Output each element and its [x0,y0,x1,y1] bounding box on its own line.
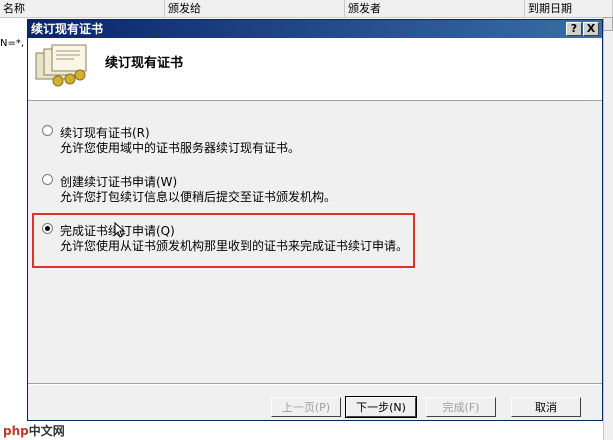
help-button[interactable]: ? [566,22,582,36]
back-button[interactable]: 上一页(P) [271,397,341,417]
close-button[interactable]: X [583,22,599,36]
certificate-icon [35,44,87,87]
highlight-box [32,213,415,268]
dialog-titlebar[interactable]: 续订现有证书 ? X [28,20,602,38]
column-header-name[interactable]: 名称 [0,0,165,17]
cancel-button[interactable]: 取消 [511,397,581,417]
dialog-header: 续订现有证书 [28,38,602,101]
finish-button[interactable]: 完成(F) [426,397,496,417]
watermark: php中文网 [3,422,65,439]
list-row-fragment: N=*, [0,38,25,49]
button-separator [28,383,602,385]
watermark-text: 中文网 [28,424,65,438]
scroll-up-button[interactable] [603,17,613,31]
renew-certificate-dialog: 续订现有证书 ? X 续订现有证书 续订现有证书(R) 允许您使用域中的证书服务… [27,19,603,421]
next-button[interactable]: 下一步(N) [345,396,417,418]
dialog-title: 续订现有证书 [31,22,104,36]
radio-create-renewal-request[interactable] [42,174,53,185]
radio-renew-existing[interactable] [42,125,53,136]
mouse-cursor-icon [114,222,126,238]
list-header: 名称 颁发给 颁发者 到期日期 [0,0,613,18]
background-scrollbar[interactable] [603,17,613,440]
column-header-issued-to[interactable]: 颁发给 [165,0,345,17]
column-header-expiry[interactable]: 到期日期 [525,0,613,17]
option-description: 允许您打包续订信息以便稍后提交至证书颁发机构。 [60,190,337,204]
option-description: 允许您使用域中的证书服务器续订现有证书。 [60,141,301,155]
column-header-issued-by[interactable]: 颁发者 [345,0,525,17]
header-title: 续订现有证书 [105,56,184,71]
watermark-logo: php [3,424,29,438]
